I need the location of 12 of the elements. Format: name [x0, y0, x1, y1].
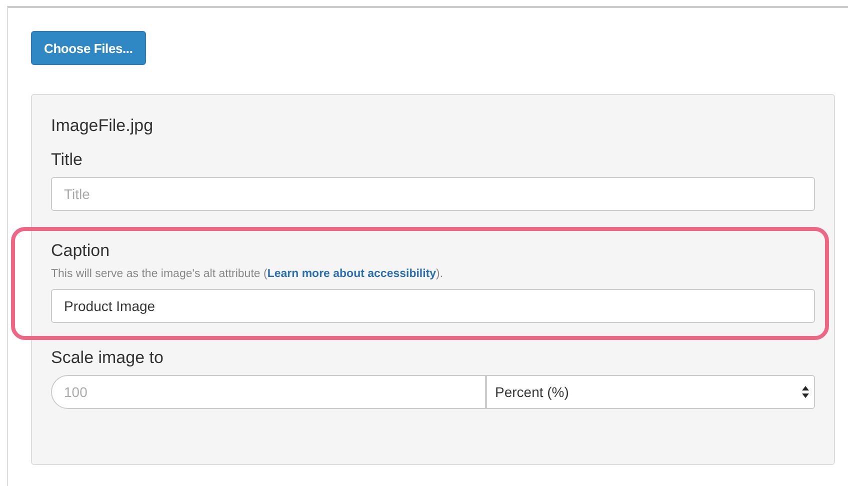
scale-field[interactable]: 100: [51, 375, 486, 409]
help-text: This will serve as the image's alt attribute (Learn more about accessibility).: [51, 268, 444, 280]
choose-files-button[interactable]: Choose Files...: [31, 31, 146, 65]
field-label: Caption: [51, 241, 111, 261]
caption-field[interactable]: Product Image: [51, 289, 815, 323]
select-arrows-icon: [802, 386, 809, 398]
file-name: ImageFile.jpg: [51, 116, 154, 136]
field-label: Scale image to: [51, 348, 164, 368]
unit-select[interactable]: Percent (%): [486, 375, 815, 409]
field-label: Title: [51, 150, 84, 170]
accessibility-link[interactable]: Learn more about accessibility: [267, 268, 436, 280]
title-field[interactable]: Title: [51, 177, 815, 211]
